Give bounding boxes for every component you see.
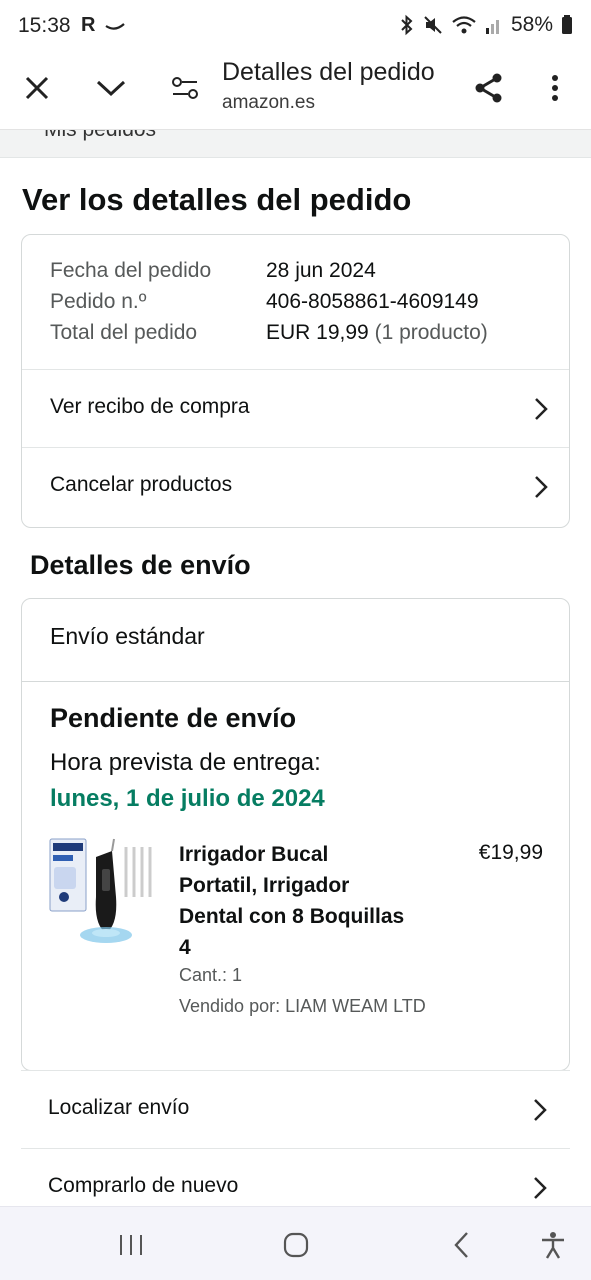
track-package-link[interactable]: Localizar envío: [21, 1070, 570, 1148]
product-name-link[interactable]: Irrigador Bucal Portatil, Irrigador Dent…: [179, 839, 409, 963]
battery-icon: [562, 15, 572, 34]
order-total-label: Total del pedido: [50, 321, 198, 344]
tune-icon[interactable]: [163, 66, 207, 110]
r-app-icon: R: [81, 14, 96, 36]
back-icon[interactable]: [440, 1225, 484, 1265]
mute-icon: [424, 16, 442, 34]
product-quantity: Cant.: 1: [179, 965, 243, 985]
system-nav-bar: [0, 1206, 591, 1280]
order-number-label: Pedido n.º: [50, 290, 147, 313]
divider: [22, 681, 569, 682]
order-info-card: Fecha del pedido 28 jun 2024 Pedido n.º …: [21, 234, 570, 528]
share-icon[interactable]: [467, 66, 511, 110]
more-vert-icon[interactable]: [533, 66, 577, 110]
chevron-right-icon: [534, 1099, 547, 1121]
page-heading: Ver los detalles del pedido: [22, 182, 412, 217]
delivery-eta-date: lunes, 1 de julio de 2024: [50, 785, 325, 812]
accessibility-icon[interactable]: [531, 1225, 575, 1265]
order-total: EUR 19,99 (1 producto): [266, 321, 488, 345]
shipping-type: Envío estándar: [50, 623, 205, 649]
chevron-right-icon: [535, 398, 548, 420]
page-title: Detalles del pedido: [222, 58, 435, 86]
shipment-status: Pendiente de envío: [50, 703, 297, 733]
status-bar: 15:38 R 58%: [0, 0, 591, 52]
delivery-eta-label: Hora prevista de entrega:: [50, 749, 321, 776]
order-date-value: 28 jun 2024: [266, 259, 376, 282]
bluetooth-icon: [401, 14, 413, 36]
view-receipt-link[interactable]: Ver recibo de compra: [22, 369, 569, 447]
close-icon[interactable]: [15, 66, 59, 110]
status-time: 15:38: [18, 14, 71, 37]
chevron-down-icon[interactable]: [89, 66, 133, 110]
breadcrumb-label: Mis pedidos: [44, 130, 156, 142]
page-content: Mis pedidos Ver los detalles del pedido …: [0, 130, 591, 1206]
product-seller: Vendido por: LIAM WEAM LTD: [179, 996, 426, 1016]
chevron-right-icon: [535, 476, 548, 498]
buy-again-link[interactable]: Comprarlo de nuevo: [21, 1148, 570, 1206]
status-icons: 58%: [399, 13, 573, 37]
cancel-products-link[interactable]: Cancelar productos: [22, 447, 569, 525]
order-total-value: EUR 19,99: [266, 321, 369, 344]
order-number-value: 406-8058861-4609149: [266, 290, 479, 313]
page-url[interactable]: amazon.es: [222, 92, 315, 114]
order-total-count: (1 producto): [374, 321, 488, 344]
track-package-label: Localizar envío: [48, 1096, 190, 1119]
shipping-heading: Detalles de envío: [30, 550, 251, 580]
product-price: €19,99: [478, 841, 543, 864]
orders-breadcrumb[interactable]: Mis pedidos: [0, 130, 591, 158]
order-date-label: Fecha del pedido: [50, 259, 212, 282]
chevron-right-icon: [534, 1177, 547, 1199]
home-icon[interactable]: [274, 1225, 318, 1265]
buy-again-label: Comprarlo de nuevo: [48, 1174, 239, 1197]
product-image[interactable]: [48, 837, 158, 945]
browser-toolbar: Detalles del pedido amazon.es: [0, 52, 591, 130]
wave-icon: [105, 23, 125, 30]
signal-icon: [485, 20, 499, 34]
battery-percent: 58%: [510, 13, 553, 36]
wifi-icon: [452, 16, 476, 34]
cancel-products-label: Cancelar productos: [50, 473, 233, 496]
recents-icon[interactable]: [109, 1225, 153, 1265]
shipment-card: Envío estándar Pendiente de envío Hora p…: [21, 598, 570, 1071]
view-receipt-label: Ver recibo de compra: [50, 395, 250, 418]
